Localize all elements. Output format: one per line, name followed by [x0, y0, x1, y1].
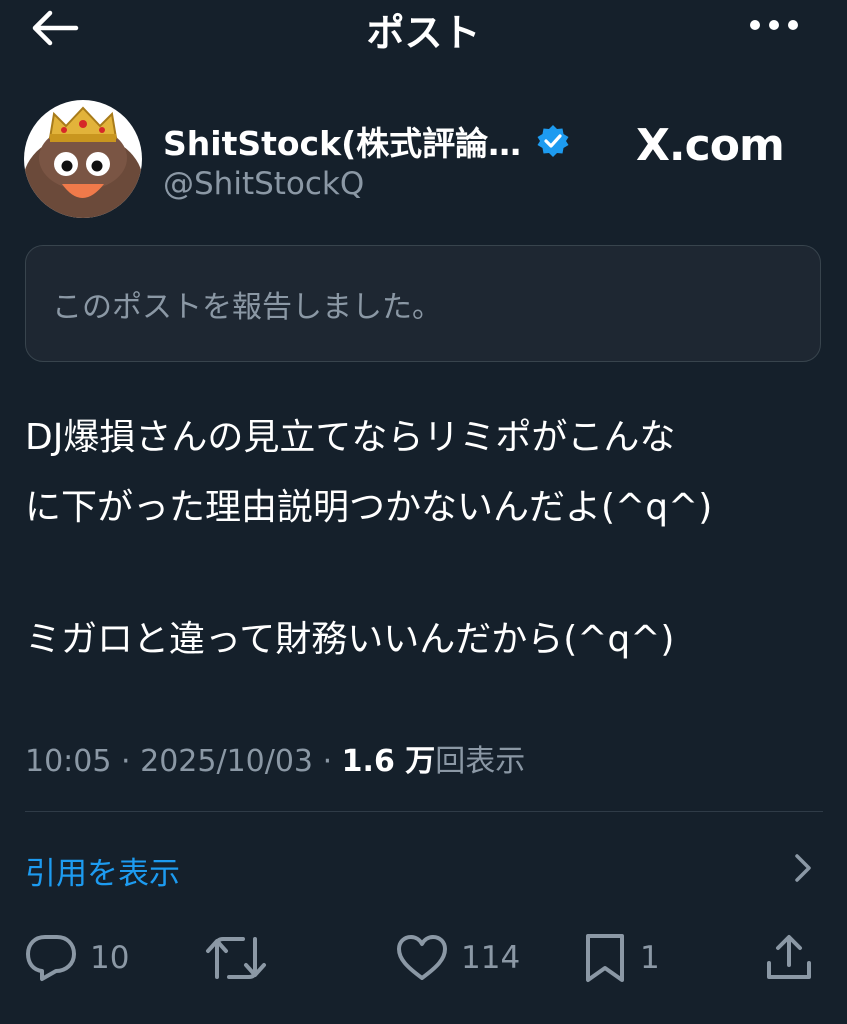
reply-button[interactable]: 10 [24, 930, 129, 986]
view-count: 1.6 万 [341, 744, 436, 779]
chevron-right-icon [795, 854, 811, 882]
like-button[interactable]: 114 [395, 930, 520, 986]
bookmark-icon [586, 934, 624, 982]
reply-icon [26, 935, 76, 981]
bookmark-count: 1 [640, 940, 660, 976]
view-quotes-link[interactable]: 引用を表示 [25, 848, 180, 893]
avatar[interactable] [24, 100, 142, 218]
bookmark-button[interactable]: 1 [582, 930, 660, 986]
page-title: ポスト [366, 11, 481, 55]
divider [25, 811, 823, 812]
retweet-icon [206, 937, 266, 979]
author-display-name[interactable]: ShitStock(株式評論… [163, 117, 521, 165]
post-text-line-1: DJ爆損さんの見立てならリミポがこんな [25, 417, 676, 458]
reply-count: 10 [90, 940, 130, 976]
reported-notice: このポストを報告しました。 [25, 245, 821, 362]
post-metadata: 10:05 · 2025/10/03 · 1.6 万回表示 [25, 736, 525, 780]
meta-separator: · [322, 744, 333, 779]
post-text-line-3: ミガロと違って財務いいんだから(^q^) [25, 619, 675, 660]
view-count-label: 回表示 [435, 744, 526, 779]
view-quotes-chevron[interactable] [788, 850, 816, 886]
share-icon [767, 935, 811, 979]
post-date[interactable]: 2025/10/03 [140, 744, 313, 779]
like-count: 114 [461, 940, 521, 976]
reported-notice-text: このポストを報告しました。 [52, 290, 442, 325]
more-button[interactable] [740, 10, 810, 40]
share-button[interactable] [764, 930, 814, 986]
verified-badge-icon [537, 125, 569, 157]
more-icon [750, 20, 798, 30]
post-time[interactable]: 10:05 [25, 744, 111, 779]
author-name-row[interactable]: ShitStock(株式評論… [163, 117, 571, 165]
like-icon [397, 935, 447, 980]
author-handle[interactable]: @ShitStockQ [163, 166, 364, 202]
retweet-button[interactable] [205, 930, 267, 986]
meta-separator: · [121, 744, 131, 779]
post-text-line-2: に下がった理由説明つかないんだよ(^q^) [25, 487, 713, 528]
x-com-watermark: X.com [636, 120, 785, 171]
